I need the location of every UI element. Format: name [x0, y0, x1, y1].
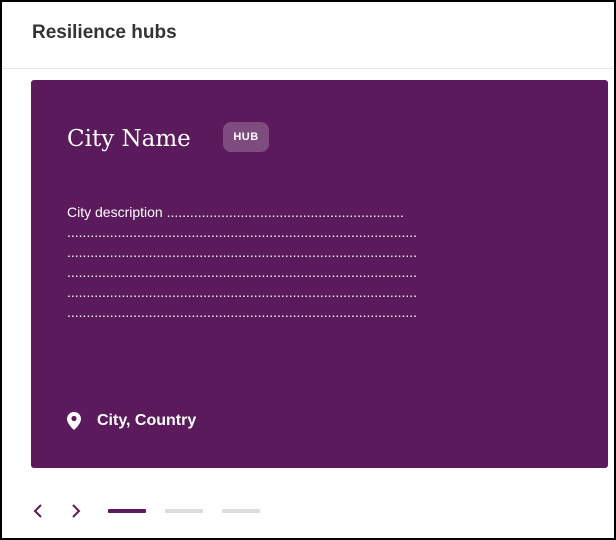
widget-header: Resilience hubs: [2, 2, 614, 69]
city-description: City description .......................…: [67, 202, 477, 322]
hub-badge-label: HUB: [233, 131, 259, 143]
city-name: City Name: [67, 126, 191, 152]
chevron-left-icon[interactable]: [28, 500, 48, 522]
description-line: ........................................…: [67, 244, 418, 260]
chevron-right-icon[interactable]: [66, 500, 86, 522]
carousel-indicator-3[interactable]: [222, 509, 260, 513]
description-line: ........................................…: [67, 304, 418, 320]
description-line: ........................................…: [67, 284, 418, 300]
widget-title: Resilience hubs: [32, 22, 177, 43]
description-line: ........................................…: [67, 224, 418, 240]
location-pin-icon: [67, 412, 81, 430]
description-line: ........................................…: [67, 264, 418, 280]
city-location: City, Country: [67, 412, 196, 430]
carousel-indicator-2[interactable]: [165, 509, 203, 513]
carousel-nav: [28, 500, 279, 522]
hub-card[interactable]: City Name HUB City description .........…: [31, 80, 608, 468]
hub-badge: HUB: [223, 122, 269, 152]
location-text: City, Country: [97, 412, 197, 429]
carousel-indicator-1[interactable]: [108, 509, 146, 513]
resilience-hubs-widget: Resilience hubs City Name HUB City descr…: [0, 0, 616, 540]
description-line: City description .......................…: [67, 204, 404, 220]
